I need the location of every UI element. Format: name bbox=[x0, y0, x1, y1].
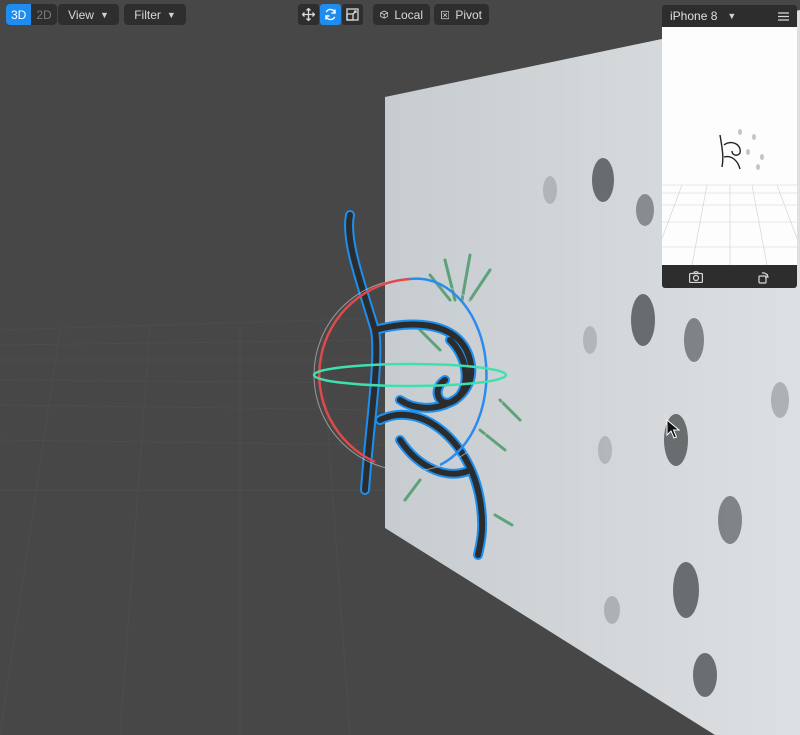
move-tool-icon bbox=[302, 8, 315, 21]
filter-dropdown[interactable]: Filter ▼ bbox=[124, 4, 186, 25]
hamburger-menu-icon[interactable] bbox=[778, 11, 789, 21]
rotate-tool-button[interactable] bbox=[320, 4, 341, 25]
local-group: Local bbox=[373, 4, 430, 25]
view-label: View bbox=[68, 7, 94, 22]
transform-tools bbox=[298, 4, 363, 25]
device-preview-header: iPhone 8 ▼ bbox=[662, 5, 797, 27]
dimension-toggle[interactable]: 3D 2D bbox=[6, 4, 57, 25]
camera-icon[interactable] bbox=[689, 271, 703, 283]
pivot-icon bbox=[441, 10, 450, 19]
device-preview-panel: iPhone 8 ▼ bbox=[662, 5, 797, 288]
mode-3d-button[interactable]: 3D bbox=[6, 4, 32, 25]
device-label: iPhone 8 bbox=[670, 9, 718, 23]
filter-menu-group: Filter ▼ bbox=[124, 4, 186, 25]
scale-tool-icon bbox=[346, 8, 359, 21]
mode-2d-button[interactable]: 2D bbox=[31, 4, 56, 25]
device-preview-footer bbox=[662, 266, 797, 288]
device-selector[interactable]: iPhone 8 ▼ bbox=[670, 9, 736, 23]
filter-label: Filter bbox=[134, 7, 161, 22]
scale-tool-button[interactable] bbox=[342, 4, 363, 25]
mouse-cursor-icon bbox=[666, 419, 680, 439]
pivot-button[interactable]: Pivot bbox=[434, 4, 489, 25]
view-menu-group: View ▼ bbox=[58, 4, 119, 25]
pivot-label: Pivot bbox=[455, 7, 482, 22]
device-preview-screen bbox=[662, 27, 797, 265]
toolbar-left: 3D 2D bbox=[6, 4, 57, 25]
rotate-device-icon[interactable] bbox=[757, 271, 770, 284]
move-tool-button[interactable] bbox=[298, 4, 319, 25]
cube-icon bbox=[380, 10, 389, 19]
chevron-down-icon: ▼ bbox=[99, 9, 109, 20]
local-space-button[interactable]: Local bbox=[373, 4, 430, 25]
pivot-group: Pivot bbox=[434, 4, 489, 25]
chevron-down-icon: ▼ bbox=[166, 9, 176, 20]
rotate-tool-icon bbox=[325, 8, 336, 21]
local-label: Local bbox=[394, 7, 423, 22]
chevron-down-icon: ▼ bbox=[727, 11, 737, 21]
view-dropdown[interactable]: View ▼ bbox=[58, 4, 119, 25]
